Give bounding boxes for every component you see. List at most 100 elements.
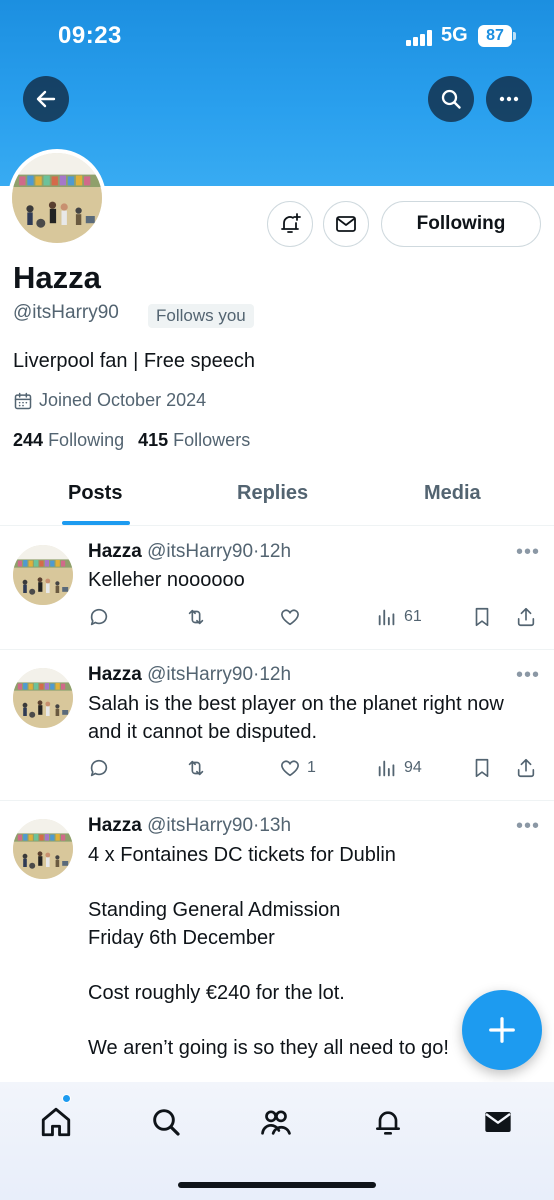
bookmark-icon: [475, 758, 489, 778]
post-more-icon[interactable]: •••: [516, 541, 540, 564]
post-header: Hazza @itsHarry90·13h: [88, 815, 291, 837]
home-notification-dot: [62, 1094, 71, 1103]
tab-replies[interactable]: Replies: [237, 482, 308, 505]
post-author-name[interactable]: Hazza: [88, 815, 142, 836]
profile-handle: @itsHarry90: [13, 302, 119, 323]
followers-count: 415: [138, 430, 169, 450]
profile-tabs: Posts Replies Media: [0, 468, 554, 526]
following-label: Following: [48, 430, 125, 450]
views-button[interactable]: 61: [376, 606, 422, 628]
post-item[interactable]: Hazza @itsHarry90·12h ••• Kelleher noooo…: [0, 527, 554, 650]
heart-icon: [281, 609, 299, 626]
notify-button[interactable]: [267, 201, 313, 247]
bookmark-icon: [475, 607, 489, 627]
like-button[interactable]: [279, 606, 307, 628]
reply-button[interactable]: [88, 606, 110, 628]
battery-icon: 87: [478, 25, 512, 47]
more-options-button[interactable]: [486, 76, 532, 122]
post-item[interactable]: Hazza @itsHarry90·12h ••• Salah is the b…: [0, 650, 554, 801]
repost-button[interactable]: [184, 757, 208, 779]
share-icon: [517, 758, 535, 778]
reply-icon: [90, 759, 108, 777]
post-avatar[interactable]: [13, 545, 73, 605]
more-dots-icon: [499, 96, 519, 102]
bottom-navigation: [0, 1082, 554, 1200]
reply-button[interactable]: [88, 757, 110, 779]
nav-explore[interactable]: [146, 1102, 186, 1142]
plus-icon: [489, 1017, 515, 1043]
battery-tip: [513, 32, 516, 40]
like-count: 1: [307, 759, 316, 776]
bell-plus-icon: [281, 213, 301, 233]
post-more-icon[interactable]: •••: [516, 664, 540, 687]
post-author-handle[interactable]: @itsHarry90: [147, 815, 253, 836]
post-text: Kelleher noooooo: [88, 569, 245, 591]
post-author-handle[interactable]: @itsHarry90: [147, 541, 253, 562]
heart-icon: [281, 760, 299, 777]
share-button[interactable]: [515, 757, 537, 779]
display-name: Hazza: [13, 260, 101, 295]
repost-icon: [188, 760, 204, 776]
message-button[interactable]: [323, 201, 369, 247]
post-avatar[interactable]: [13, 668, 73, 728]
post-avatar[interactable]: [13, 819, 73, 879]
notifications-icon: [376, 1111, 400, 1135]
post-time[interactable]: ·13h: [253, 815, 291, 836]
active-tab-indicator: [62, 521, 130, 525]
compose-post-button[interactable]: [462, 990, 542, 1070]
repost-icon: [188, 609, 204, 625]
nav-notifications[interactable]: [368, 1102, 408, 1142]
post-header: Hazza @itsHarry90·12h: [88, 541, 291, 563]
following-link[interactable]: 244 Following: [13, 430, 124, 451]
bookmark-button[interactable]: [471, 757, 493, 779]
back-button[interactable]: [23, 76, 69, 122]
search-icon: [441, 89, 461, 109]
post-header: Hazza @itsHarry90·12h: [88, 664, 291, 686]
views-button[interactable]: 94: [376, 757, 422, 779]
post-author-name[interactable]: Hazza: [88, 541, 142, 562]
post-time[interactable]: ·12h: [253, 541, 291, 562]
follows-you-badge: Follows you: [148, 304, 254, 328]
post-actions: 1 94: [88, 757, 540, 783]
search-button[interactable]: [428, 76, 474, 122]
share-button[interactable]: [515, 606, 537, 628]
post-time[interactable]: ·12h: [253, 664, 291, 685]
nav-home[interactable]: [36, 1102, 76, 1142]
following-count: 244: [13, 430, 44, 450]
messages-icon: [485, 1112, 511, 1132]
calendar-icon: [14, 392, 32, 409]
nav-communities[interactable]: [256, 1102, 296, 1142]
bookmark-button[interactable]: [471, 606, 493, 628]
like-button[interactable]: 1: [279, 757, 316, 779]
post-author-name[interactable]: Hazza: [88, 664, 142, 685]
nav-messages[interactable]: [478, 1102, 518, 1142]
views-chart-icon: [378, 760, 395, 777]
joined-label: Joined October 2024: [39, 390, 207, 410]
signal-icon: [406, 30, 436, 46]
followers-link[interactable]: 415 Followers: [138, 430, 250, 451]
reply-icon: [90, 608, 108, 626]
tab-media[interactable]: Media: [424, 482, 481, 505]
status-bar: 09:23 5G 87: [0, 0, 554, 74]
post-actions: 61: [88, 606, 540, 632]
view-count: 61: [404, 608, 422, 625]
communities-icon: [261, 1110, 291, 1135]
following-button[interactable]: Following: [381, 201, 541, 247]
status-time: 09:23: [58, 22, 122, 49]
joined-date: Joined October 2024: [13, 390, 206, 411]
post-author-handle[interactable]: @itsHarry90: [147, 664, 253, 685]
tab-posts[interactable]: Posts: [68, 482, 122, 505]
repost-button[interactable]: [184, 606, 208, 628]
search-icon: [153, 1109, 180, 1136]
network-label: 5G: [441, 24, 468, 46]
followers-label: Followers: [173, 430, 251, 450]
arrow-left-icon: [36, 90, 56, 108]
home-icon: [41, 1107, 71, 1137]
follow-stats: 244 Following 415 Followers: [13, 430, 250, 451]
post-more-icon[interactable]: •••: [516, 815, 540, 838]
home-indicator: [178, 1182, 376, 1188]
profile-bio: Liverpool fan | Free speech: [13, 350, 256, 372]
envelope-icon: [336, 216, 356, 232]
profile-avatar[interactable]: [8, 149, 106, 247]
share-icon: [517, 607, 535, 627]
